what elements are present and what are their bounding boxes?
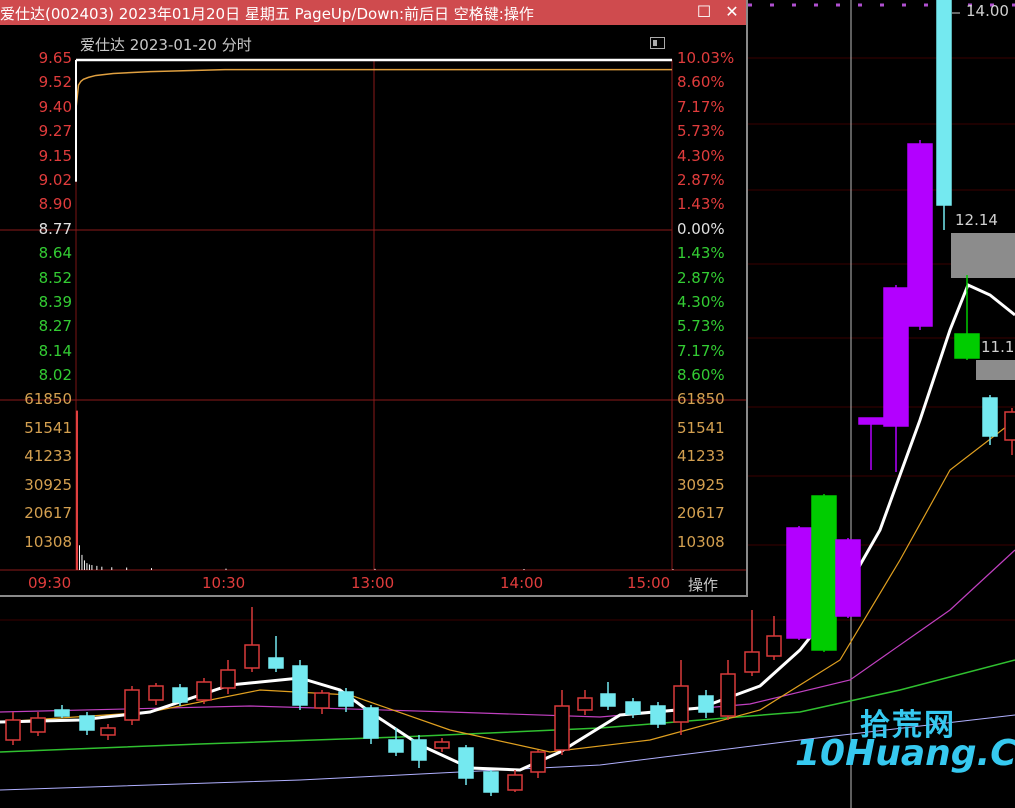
candle-body bbox=[954, 333, 980, 359]
candle-body bbox=[554, 705, 570, 751]
candle-body bbox=[507, 774, 523, 791]
volume-tick-label-left: 61850 bbox=[24, 390, 72, 408]
pct-tick-label: 7.17% bbox=[677, 97, 725, 116]
price-tick-label: 8.90 bbox=[38, 195, 72, 214]
intraday-popup[interactable]: 爱仕达(002403) 2023年01月20日 星期五 PageUp/Down:… bbox=[0, 0, 748, 597]
time-tick-label: 13:00 bbox=[351, 574, 395, 592]
pct-tick-label: 5.73% bbox=[677, 317, 725, 336]
operate-button[interactable]: 操作 bbox=[688, 574, 718, 595]
candle-body bbox=[650, 705, 666, 725]
price-box bbox=[976, 360, 1015, 380]
price-tick-label: 9.52 bbox=[38, 73, 72, 92]
pct-tick-label: 7.17% bbox=[677, 341, 725, 360]
pct-tick-label: 1.43% bbox=[677, 244, 725, 263]
pct-tick-label: 2.87% bbox=[677, 171, 725, 189]
candle-body bbox=[600, 693, 616, 707]
candle-body bbox=[338, 691, 354, 707]
candle-body bbox=[220, 669, 236, 689]
time-tick-label: 10:30 bbox=[202, 574, 246, 592]
candle-body bbox=[458, 747, 474, 779]
candle-body bbox=[744, 651, 760, 673]
pct-tick-label: 4.30% bbox=[677, 146, 725, 165]
candle-body bbox=[698, 695, 714, 713]
volume-tick-label-right: 20617 bbox=[677, 504, 725, 523]
price-tick-label: 8.14 bbox=[38, 341, 72, 360]
volume-tick-label-right: 51541 bbox=[677, 418, 725, 437]
candle-body bbox=[434, 741, 450, 749]
candle-body bbox=[1004, 411, 1015, 441]
candle-body bbox=[720, 673, 736, 717]
pct-tick-label: 0.00% bbox=[677, 219, 725, 238]
candle-body bbox=[811, 495, 837, 651]
candle-body bbox=[766, 635, 782, 657]
price-tick-label: 8.77 bbox=[38, 219, 72, 238]
volume-tick-label-left: 41233 bbox=[24, 447, 72, 466]
price-tick-label: 8.27 bbox=[38, 317, 72, 336]
candle-body bbox=[673, 685, 689, 723]
pct-tick-label: 1.43% bbox=[677, 195, 725, 214]
candle-body bbox=[196, 681, 212, 701]
price-tick-label: 8.39 bbox=[38, 293, 72, 311]
price-tag-low: 11.1 bbox=[981, 338, 1015, 356]
candle-body bbox=[530, 751, 546, 773]
candle-body bbox=[292, 665, 308, 706]
volume-tick-label-right: 41233 bbox=[677, 447, 725, 466]
candle-body bbox=[411, 739, 427, 761]
candle-body bbox=[936, 0, 952, 206]
price-tag-high: 14.00 bbox=[966, 2, 1009, 20]
volume-tick-label-left: 10308 bbox=[24, 533, 72, 551]
price-tick-label: 8.64 bbox=[38, 244, 72, 263]
volume-tick-label-right: 10308 bbox=[677, 533, 725, 551]
volume-tick-label-left: 51541 bbox=[24, 418, 72, 437]
volume-tick-label-right: 30925 bbox=[677, 475, 725, 494]
candle-body bbox=[5, 719, 21, 741]
pct-tick-label: 5.73% bbox=[677, 122, 725, 141]
candle-body bbox=[314, 692, 330, 709]
time-tick-label: 14:00 bbox=[500, 574, 544, 592]
price-tick-label: 8.02 bbox=[38, 366, 72, 385]
candle-body bbox=[100, 727, 116, 736]
candle-body bbox=[54, 709, 70, 717]
candle-body bbox=[858, 417, 884, 425]
candle-body bbox=[30, 717, 46, 733]
candle-body bbox=[786, 527, 812, 639]
candle-body bbox=[907, 143, 933, 327]
price-tick-label: 9.65 bbox=[38, 49, 72, 67]
price-tag-mid: 12.14 bbox=[955, 211, 998, 229]
candle-body bbox=[835, 539, 861, 617]
candle-body bbox=[268, 657, 284, 669]
candle-body bbox=[363, 707, 379, 739]
intraday-chart bbox=[0, 58, 746, 571]
candle-body bbox=[124, 689, 140, 721]
candle-body bbox=[79, 715, 95, 731]
candle-body bbox=[883, 287, 909, 427]
candle-body bbox=[982, 397, 998, 437]
price-tick-label: 9.40 bbox=[38, 97, 72, 116]
price-tick-label: 9.15 bbox=[38, 146, 72, 165]
candle-body bbox=[148, 685, 164, 701]
candle-body bbox=[388, 739, 404, 753]
pct-tick-label: 8.60% bbox=[677, 73, 725, 92]
price-tick-label: 8.52 bbox=[38, 268, 72, 287]
time-tick-label: 09:30 bbox=[28, 574, 72, 592]
price-box bbox=[951, 233, 1015, 278]
candle-body bbox=[577, 697, 593, 711]
volume-tick-label-left: 30925 bbox=[24, 475, 72, 494]
time-tick-label: 15:00 bbox=[627, 574, 671, 592]
volume-tick-label-left: 20617 bbox=[24, 504, 72, 523]
price-tick-label: 9.02 bbox=[38, 171, 72, 189]
pct-tick-label: 2.87% bbox=[677, 268, 725, 287]
candle-body bbox=[483, 771, 499, 793]
volume-tick-label-right: 61850 bbox=[677, 390, 725, 408]
price-tick-label: 9.27 bbox=[38, 122, 72, 141]
pct-tick-label: 4.30% bbox=[677, 293, 725, 311]
candle-body bbox=[625, 701, 641, 715]
candle-body bbox=[172, 687, 188, 703]
watermark-url: 10Huang.CN bbox=[795, 733, 1015, 774]
pct-tick-label: 8.60% bbox=[677, 366, 725, 385]
pct-tick-label: 10.03% bbox=[677, 49, 735, 67]
candle-body bbox=[244, 644, 260, 669]
